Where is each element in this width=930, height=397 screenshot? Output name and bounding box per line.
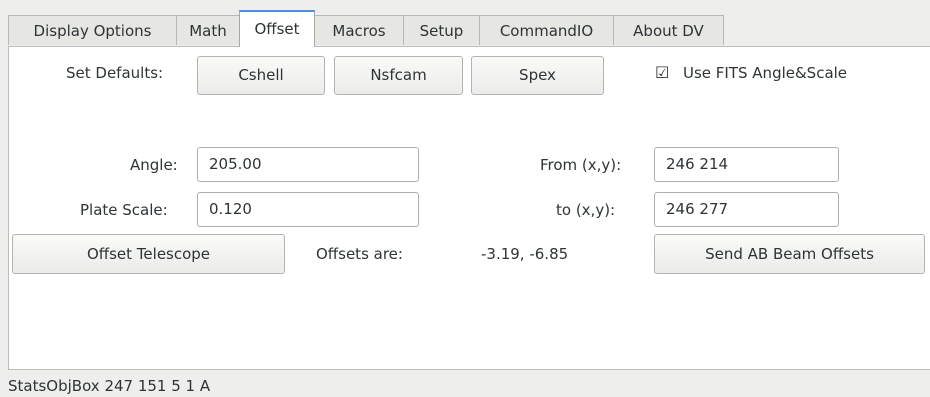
tab-commandio[interactable]: CommandIO <box>479 15 614 45</box>
status-bar-text: StatsObjBox 247 151 5 1 A <box>8 377 211 395</box>
use-fits-checkbox[interactable]: ☑ <box>655 63 669 82</box>
use-fits-label: Use FITS Angle&Scale <box>683 64 848 82</box>
spex-button[interactable]: Spex <box>471 56 604 95</box>
from-xy-field[interactable]: 246 214 <box>654 147 839 182</box>
offsets-are-label: Offsets are: <box>316 245 403 263</box>
to-xy-field[interactable]: 246 277 <box>654 192 839 227</box>
angle-label: Angle: <box>130 156 178 174</box>
nsfcam-button[interactable]: Nsfcam <box>334 56 463 95</box>
tab-macros[interactable]: Macros <box>314 15 404 45</box>
offsets-value: -3.19, -6.85 <box>481 245 569 263</box>
tab-offset[interactable]: Offset <box>239 10 315 47</box>
tab-math[interactable]: Math <box>176 15 240 45</box>
tab-bar: Display Options Math Offset Macros Setup… <box>8 10 930 47</box>
send-ab-beam-offsets-button[interactable]: Send AB Beam Offsets <box>654 234 925 274</box>
offset-telescope-button[interactable]: Offset Telescope <box>12 234 285 274</box>
tab-display-options[interactable]: Display Options <box>8 15 177 45</box>
angle-field[interactable]: 205.00 <box>197 147 419 182</box>
plate-scale-label: Plate Scale: <box>80 201 168 219</box>
plate-scale-field[interactable]: 0.120 <box>197 192 419 227</box>
tab-setup[interactable]: Setup <box>403 15 480 45</box>
from-label: From (x,y): <box>540 156 622 174</box>
set-defaults-label: Set Defaults: <box>66 64 164 82</box>
cshell-button[interactable]: Cshell <box>197 56 325 95</box>
tab-about-dv[interactable]: About DV <box>613 15 724 45</box>
to-label: to (x,y): <box>556 201 616 219</box>
